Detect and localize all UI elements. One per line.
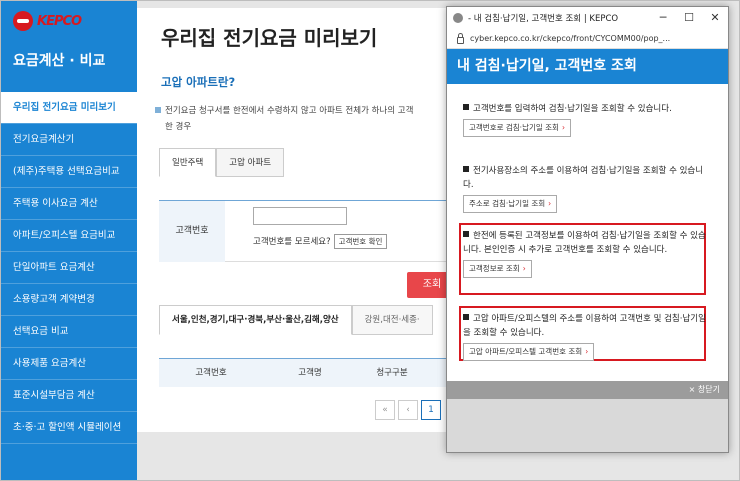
customer-number-input[interactable]	[253, 207, 347, 225]
tab-general-house[interactable]: 일반주택	[159, 148, 217, 177]
main-content: 우리집 전기요금 미리보기 고압 아파트란? 전기요금 청구서를 한전에서 수령…	[137, 8, 457, 432]
popup-window: - 내 검침·납기일, 고객번호 조회 | KEPCO ─ ☐ ✕ cyber.…	[446, 6, 729, 453]
column-header-customer-number: 고객번호	[195, 368, 227, 378]
close-icon[interactable]: ✕	[702, 7, 728, 29]
sidebar-item-label: 전기요금계산기	[13, 134, 75, 145]
sidebar: KEPCO 요금계산 · 비교 우리집 전기요금 미리보기 전기요금계산기 (제…	[0, 0, 137, 481]
sidebar-item-label: 단일아파트 요금계산	[13, 262, 95, 273]
section-text: 한전에 등록된 고객정보를 이용하여 검침·납기일을 조회할 수 있습니다. 본…	[463, 231, 706, 255]
section-subtitle: 고압 아파트란?	[161, 75, 236, 89]
section-text: 고객번호를 입력하여 검침·납기일을 조회할 수 있습니다.	[473, 104, 672, 114]
sidebar-item-label: 표준시설부담금 계산	[13, 390, 95, 401]
sidebar-item-contract-change[interactable]: 소용량고객 계약변경	[0, 284, 137, 316]
popup-bottom-area	[447, 399, 728, 452]
kepco-logo-icon	[13, 11, 33, 31]
customer-number-confirm-button[interactable]: 고객번호 확인	[333, 234, 388, 249]
customer-number-help: 고객번호를 모르세요? 고객번호 확인	[253, 234, 388, 249]
lookup-by-address-button[interactable]: 주소로 검침·납기일 조회 ›	[463, 195, 558, 213]
sidebar-item-home-bill-preview[interactable]: 우리집 전기요금 미리보기	[0, 92, 137, 124]
tab-region-seoul[interactable]: 서울,인천,경기,대구·경북,부산·울산,김해,양산	[159, 305, 352, 335]
sidebar-item-calculator[interactable]: 전기요금계산기	[0, 124, 137, 156]
sidebar-item-label: 사용제품 요금계산	[13, 358, 86, 369]
favicon-icon	[453, 13, 463, 23]
sidebar-item-moving-calc[interactable]: 주택용 이사요금 계산	[0, 188, 137, 220]
lookup-by-customer-number-button[interactable]: 고객번호로 검침·납기일 조회 ›	[463, 119, 571, 137]
popup-titlebar: - 내 검침·납기일, 고객번호 조회 | KEPCO ─ ☐ ✕	[447, 7, 728, 29]
sidebar-item-facility-charge[interactable]: 표준시설부담금 계산	[0, 380, 137, 412]
sidebar-item-school-discount[interactable]: 초·중·고 할인액 시뮬레이션	[0, 412, 137, 444]
lookup-section-customer-number: 고객번호를 입력하여 검침·납기일을 조회할 수 있습니다. 고객번호로 검침·…	[463, 102, 709, 137]
pagination: « ‹ 1	[375, 400, 444, 420]
section-text: 전기사용장소의 주소를 이용하여 검침·납기일을 조회할 수 있습니다.	[463, 166, 704, 190]
chevron-right-icon: ›	[522, 264, 526, 273]
sidebar-item-label: 초·중·고 할인액 시뮬레이션	[13, 422, 122, 433]
description-text: 전기요금 청구서를 한전에서 수령하지 않고 아파트 전체가 하나의 고객	[165, 106, 414, 116]
lookup-by-customer-info-button[interactable]: 고객정보로 조회 ›	[463, 260, 532, 278]
chevron-right-icon: ›	[548, 199, 552, 208]
description-text-cont: 한 경우	[165, 122, 192, 132]
popup-window-title: - 내 검침·납기일, 고객번호 조회 | KEPCO	[468, 14, 619, 24]
lock-icon	[457, 32, 464, 44]
button-label: 고객번호로 검침·납기일 조회	[469, 123, 559, 132]
sidebar-item-single-apartment[interactable]: 단일아파트 요금계산	[0, 252, 137, 284]
bullet-icon	[463, 231, 469, 237]
logo-text: KEPCO	[37, 13, 82, 29]
sidebar-item-product-calc[interactable]: 사용제품 요금계산	[0, 348, 137, 380]
sidebar-item-apartment-compare[interactable]: 아파트/오피스텔 요금비교	[0, 220, 137, 252]
minimize-icon[interactable]: ─	[650, 7, 676, 29]
sidebar-item-label: 소용량고객 계약변경	[13, 294, 95, 305]
sidebar-item-jeju-compare[interactable]: (제주)주택용 선택요금비교	[0, 156, 137, 188]
bullet-icon	[155, 107, 161, 113]
kepco-logo[interactable]: KEPCO	[13, 10, 82, 32]
housing-type-tabs: 일반주택 고압 아파트	[159, 148, 285, 177]
customer-number-label: 고객번호	[159, 201, 225, 262]
description: 전기요금 청구서를 한전에서 수령하지 않고 아파트 전체가 하나의 고객 한 …	[155, 103, 455, 135]
column-header-customer-name: 고객명	[298, 368, 322, 378]
popup-body: 고객번호를 입력하여 검침·납기일을 조회할 수 있습니다. 고객번호로 검침·…	[447, 84, 728, 414]
first-page-button[interactable]: «	[375, 400, 395, 420]
sidebar-item-label: (제주)주택용 선택요금비교	[13, 166, 120, 177]
sidebar-item-label: 주택용 이사요금 계산	[13, 198, 98, 209]
button-label: 주소로 검침·납기일 조회	[469, 199, 546, 208]
sidebar-item-rate-compare[interactable]: 선택요금 비교	[0, 316, 137, 348]
popup-url: cyber.kepco.co.kr/ckepco/front/CYCOMM00/…	[470, 34, 671, 43]
lookup-section-customer-info: 한전에 등록된 고객정보를 이용하여 검침·납기일을 조회할 수 있습니다. 본…	[463, 229, 709, 278]
bullet-icon	[463, 314, 469, 320]
sidebar-item-label: 아파트/오피스텔 요금비교	[13, 230, 116, 241]
lookup-section-address: 전기사용장소의 주소를 이용하여 검침·납기일을 조회할 수 있습니다. 주소로…	[463, 164, 709, 213]
prev-page-button[interactable]: ‹	[398, 400, 418, 420]
lookup-apartment-customer-number-button[interactable]: 고압 아파트/오피스텔 고객번호 조회 ›	[463, 343, 595, 361]
sidebar-menu: 우리집 전기요금 미리보기 전기요금계산기 (제주)주택용 선택요금비교 주택용…	[0, 92, 137, 444]
help-text: 고객번호를 모르세요?	[253, 237, 331, 247]
maximize-icon[interactable]: ☐	[676, 7, 702, 29]
popup-address-bar[interactable]: cyber.kepco.co.kr/ckepco/front/CYCOMM00/…	[447, 29, 728, 49]
result-table-header: 고객번호 고객명 청구구분	[159, 358, 457, 387]
popup-close-button[interactable]: × 창닫기	[447, 381, 728, 399]
sidebar-title: 요금계산 · 비교	[13, 53, 106, 69]
column-header-billing-type: 청구구분	[376, 368, 408, 378]
popup-header: 내 검침·납기일, 고객번호 조회	[447, 49, 728, 84]
section-text: 고압 아파트/오피스텔의 주소를 이용하여 고객번호 및 검침·납기일을 조회할…	[463, 314, 706, 338]
page-title: 우리집 전기요금 미리보기	[161, 26, 378, 50]
customer-number-form: 고객번호 고객번호를 모르세요? 고객번호 확인	[159, 200, 457, 262]
bullet-icon	[463, 104, 469, 110]
chevron-right-icon: ›	[561, 123, 565, 132]
sidebar-item-label: 선택요금 비교	[13, 326, 69, 337]
sidebar-item-label: 우리집 전기요금 미리보기	[13, 102, 116, 113]
tab-region-gangwon[interactable]: 강원,대전·세종·	[351, 305, 433, 335]
tab-high-voltage-apartment[interactable]: 고압 아파트	[216, 148, 285, 177]
button-label: 고객정보로 조회	[469, 264, 520, 273]
lookup-section-apartment: 고압 아파트/오피스텔의 주소를 이용하여 고객번호 및 검침·납기일을 조회할…	[463, 312, 709, 361]
button-label: 고압 아파트/오피스텔 고객번호 조회	[469, 347, 583, 356]
bullet-icon	[463, 166, 469, 172]
chevron-right-icon: ›	[585, 347, 589, 356]
region-tabs: 서울,인천,경기,대구·경북,부산·울산,김해,양산 강원,대전·세종·	[159, 305, 433, 335]
page-number-button[interactable]: 1	[421, 400, 441, 420]
